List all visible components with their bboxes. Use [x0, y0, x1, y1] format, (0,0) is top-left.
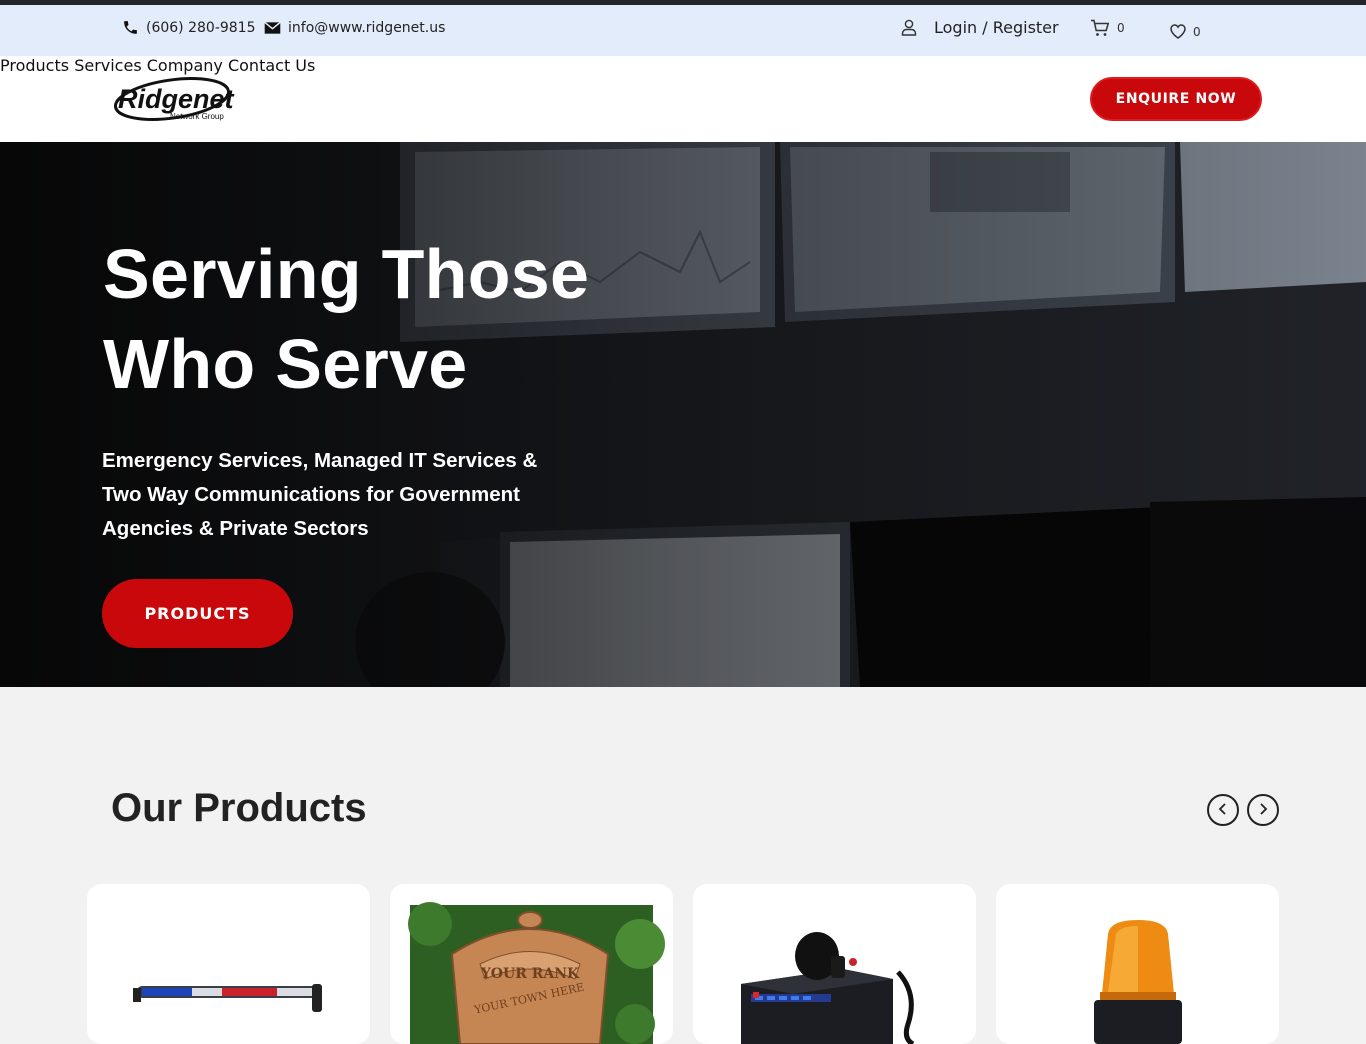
product-card-beacon-light[interactable]: [996, 884, 1279, 1044]
carousel-prev-button[interactable]: [1207, 794, 1239, 826]
chevron-right-icon: [1257, 801, 1269, 820]
hero-subtitle-line-2: Two Way Communications for Government: [102, 483, 521, 506]
top-contact-bar: (606) 280-9815 info@www.ridgenet.us Logi…: [0, 5, 1366, 56]
chevron-left-icon: [1217, 801, 1229, 820]
products-button[interactable]: PRODUCTS: [102, 579, 293, 648]
ridgenet-logo[interactable]: Ridgenet Network Group: [112, 72, 242, 126]
product-card-siren-controller[interactable]: [693, 884, 976, 1044]
email-address: info@www.ridgenet.us: [288, 19, 446, 36]
light-bar-image: [133, 984, 322, 1012]
cart-link[interactable]: 0: [1090, 5, 1125, 50]
hero-subtitle: Emergency Services, Managed IT Services …: [102, 444, 572, 546]
mail-icon: [264, 21, 281, 35]
wishlist-count: 0: [1193, 24, 1201, 39]
hero-title-line-2: Who Serve: [103, 325, 468, 403]
hero-subtitle-line-3: Agencies & Private Sectors: [102, 517, 369, 540]
wishlist-link[interactable]: 0: [1170, 9, 1201, 54]
hero-title-line-1: Serving Those: [103, 235, 590, 313]
main-header: Ridgenet Network Group Products Services…: [0, 56, 1366, 142]
product-card-badge[interactable]: YOUR RANK YOUR TOWN HERE: [390, 884, 673, 1044]
cart-count: 0: [1117, 20, 1125, 35]
hero-title: Serving Those Who Serve: [103, 229, 723, 409]
badge-text-rank: YOUR RANK: [480, 966, 580, 982]
product-card-light-bar[interactable]: [87, 884, 370, 1044]
hero-subtitle-line-1: Emergency Services, Managed IT Services …: [102, 449, 538, 472]
siren-controller-image: [741, 932, 915, 1044]
enquire-now-button[interactable]: ENQUIRE NOW: [1090, 77, 1262, 121]
login-register-link[interactable]: Login / Register: [901, 5, 1059, 50]
logo-tagline: Network Group: [170, 112, 224, 121]
login-register-label: Login / Register: [934, 18, 1059, 37]
cart-icon: [1090, 19, 1110, 37]
beacon-light-image: [1094, 920, 1182, 1044]
nav-products[interactable]: Products: [0, 56, 69, 75]
phone-number: (606) 280-9815: [146, 19, 256, 36]
carousel-next-button[interactable]: [1247, 794, 1279, 826]
user-icon: [901, 19, 917, 36]
logo-wordmark: Ridgenet: [118, 84, 235, 114]
hero-banner: Serving Those Who Serve Emergency Servic…: [0, 142, 1366, 687]
email-link[interactable]: info@www.ridgenet.us: [264, 5, 445, 50]
phone-icon: [122, 19, 139, 36]
heart-icon: [1170, 24, 1186, 39]
section-title-products: Our Products: [111, 786, 367, 830]
phone-link[interactable]: (606) 280-9815: [122, 5, 256, 50]
badge-image: YOUR RANK YOUR TOWN HERE: [408, 902, 665, 1044]
